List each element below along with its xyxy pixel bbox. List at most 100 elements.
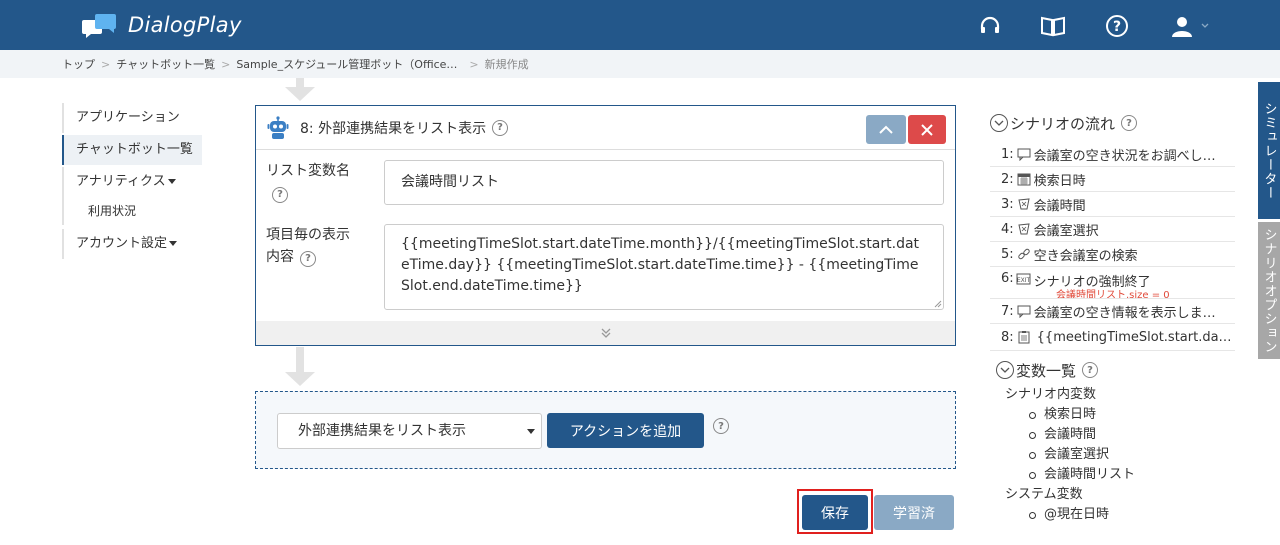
var-item[interactable]: @現在日時 (990, 505, 1235, 525)
breadcrumb-top[interactable]: トップ (62, 56, 95, 72)
breadcrumb-separator: > (469, 57, 479, 71)
speech-bubble-icon (1016, 146, 1032, 162)
nav-item-account-label: アカウント設定 (76, 236, 168, 251)
flow-arrow-icon (285, 78, 315, 102)
add-action-area: 外部連携結果をリスト表示 アクションを追加 ? (255, 391, 956, 469)
robot-icon (267, 115, 289, 139)
book-icon[interactable] (1040, 13, 1066, 39)
flow-item[interactable]: 7: 会議室の空き情報を表示しま… (990, 299, 1235, 324)
display-content-label-group: 項目毎の表示 内容? (266, 224, 350, 268)
delete-button[interactable] (908, 115, 946, 144)
nav-item-analytics[interactable]: アナリティクス (62, 167, 202, 197)
flow-item[interactable]: 6: EXIT シナリオの強制終了 会議時間リスト.size = 0 (990, 267, 1235, 299)
scenario-flow-title: シナリオの流れ (1010, 114, 1116, 133)
display-content-textarea[interactable]: {{meetingTimeSlot.start.dateTime.month}}… (384, 224, 944, 310)
action-type-select[interactable]: 外部連携結果をリスト表示 (277, 413, 542, 449)
list-var-input[interactable]: 会議時間リスト (384, 160, 944, 205)
expand-card-button[interactable] (256, 321, 955, 345)
flow-item-num: 5: (1001, 246, 1014, 262)
action-card-title: 8: 外部連携結果をリスト表示 (300, 120, 487, 137)
action-card-header: 8: 外部連携結果をリスト表示 ? (256, 106, 955, 150)
var-item[interactable]: 検索日時 (990, 405, 1235, 425)
variables-header: 変数一覧 ? (996, 357, 1235, 383)
var-item-label: 会議室選択 (1044, 447, 1110, 462)
flow-item[interactable]: 3: 会議時間 (990, 192, 1235, 217)
exit-icon: EXIT (1016, 271, 1032, 287)
breadcrumb-separator: > (221, 57, 231, 71)
system-vars-label: システム変数 (1005, 487, 1083, 502)
nav-item-account-settings[interactable]: アカウント設定 (62, 229, 202, 259)
flow-item-num: 8: (1001, 329, 1014, 345)
help-icon[interactable]: ? (272, 187, 288, 203)
speech-bubble-icon (1016, 303, 1032, 319)
list-var-label: リスト変数名 (266, 163, 350, 179)
simulator-tab[interactable]: シミュレーター (1258, 82, 1280, 219)
collapse-button[interactable] (866, 115, 906, 144)
flow-item-label: 空き会議室の検索 (1033, 248, 1138, 264)
flow-item-label: 会議室の空き状況をお調べし… (1033, 148, 1216, 164)
save-button[interactable]: 保存 (802, 495, 868, 530)
var-item-label: 検索日時 (1044, 407, 1097, 422)
display-content-label: 項目毎の表示 (266, 227, 350, 243)
flow-item[interactable]: 4: 会議室選択 (990, 217, 1235, 242)
flow-item-label: 会議室選択 (1033, 223, 1099, 239)
link-icon (1016, 246, 1032, 262)
help-icon[interactable]: ? (1104, 13, 1130, 39)
nav-item-usage[interactable]: 利用状況 (62, 197, 202, 225)
help-icon[interactable]: ? (1121, 115, 1138, 131)
scenario-vars-label: シナリオ内変数 (1005, 387, 1097, 402)
flow-item-num: 6: (1001, 271, 1014, 286)
chevron-down-icon (1201, 23, 1209, 28)
collapse-flow-icon[interactable] (990, 114, 1008, 132)
var-item[interactable]: 会議時間リスト (990, 465, 1235, 485)
collapse-vars-icon[interactable] (996, 361, 1014, 379)
display-content-label-2: 内容 (266, 249, 294, 265)
breadcrumb-current: 新規作成 (484, 58, 529, 71)
flow-item-label: {{meetingTimeSlot.start.da… (1036, 329, 1232, 345)
variables-title: 変数一覧 (1016, 361, 1077, 380)
flow-item-num: 2: (1001, 171, 1014, 187)
flow-item[interactable]: 5: 空き会議室の検索 (990, 242, 1235, 267)
var-item-label: 会議時間 (1044, 427, 1097, 442)
entity-icon (1016, 196, 1032, 212)
add-action-button[interactable]: アクションを追加 (547, 413, 704, 448)
help-icon[interactable]: ? (1082, 362, 1099, 378)
list-icon (1016, 329, 1032, 345)
help-icon[interactable]: ? (492, 119, 509, 136)
var-item-label: @現在日時 (1044, 507, 1110, 522)
breadcrumb-bot-name[interactable]: Sample_スケジュール管理ボット（Office… (236, 56, 457, 72)
entity-icon (1016, 221, 1032, 237)
flow-item-num: 7: (1001, 303, 1014, 319)
learned-button[interactable]: 学習済 (874, 495, 954, 530)
flow-item-num: 1: (1001, 146, 1014, 162)
resize-handle-icon[interactable] (934, 300, 942, 308)
scenario-flow-header: シナリオの流れ ? (990, 110, 1235, 136)
app-logo[interactable]: DialogPlay (82, 10, 242, 40)
flow-item[interactable]: 2: 検索日時 (990, 167, 1235, 192)
calendar-icon (1016, 171, 1032, 187)
nav-item-applications[interactable]: アプリケーション (62, 103, 202, 133)
var-item[interactable]: 会議時間 (990, 425, 1235, 445)
headset-icon[interactable] (977, 13, 1003, 39)
breadcrumb-separator: > (101, 57, 111, 71)
help-icon[interactable]: ? (300, 251, 316, 267)
breadcrumb-chatbot-list[interactable]: チャットボット一覧 (116, 56, 215, 72)
top-header: DialogPlay ? (0, 0, 1280, 50)
var-item-label: 会議時間リスト (1044, 467, 1136, 482)
caret-down-icon (169, 241, 178, 246)
flow-item[interactable]: 1: 会議室の空き状況をお調べし… (990, 142, 1235, 167)
flow-item[interactable]: 8: {{meetingTimeSlot.start.da… (990, 324, 1235, 351)
variables-list: シナリオ内変数 検索日時 会議時間 会議室選択 会議時間リスト システム変数 @… (990, 385, 1235, 525)
flow-item-num: 4: (1001, 221, 1014, 237)
user-menu[interactable] (1170, 13, 1214, 39)
scenario-options-tab[interactable]: シナリオオプション (1258, 222, 1280, 359)
left-nav: アプリケーション チャットボット一覧 アナリティクス 利用状況 アカウント設定 (62, 103, 202, 259)
flow-item-label: 検索日時 (1033, 173, 1086, 189)
double-chevron-down-icon (601, 328, 610, 338)
var-item[interactable]: 会議室選択 (990, 445, 1235, 465)
svg-text:EXIT: EXIT (1017, 277, 1031, 284)
close-icon (921, 123, 933, 136)
flow-item-condition: 会議時間リスト.size = 0 (1056, 290, 1170, 299)
nav-item-chatbot-list[interactable]: チャットボット一覧 (62, 135, 202, 165)
help-icon[interactable]: ? (713, 418, 729, 434)
